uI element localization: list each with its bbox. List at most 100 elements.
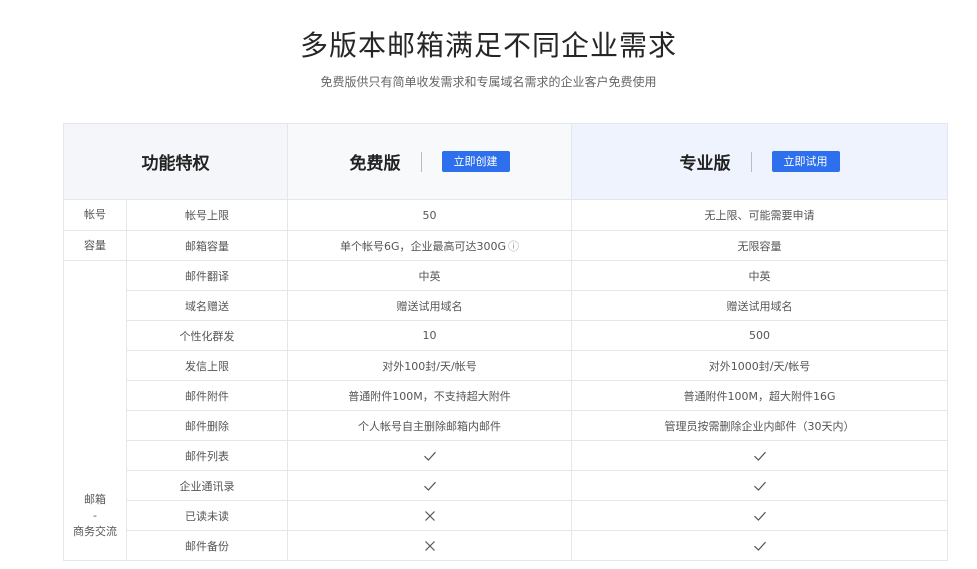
pro-value: [572, 471, 948, 501]
free-value-text: 50: [422, 208, 437, 222]
table-header: 功能特权 免费版 立即创建 专业版 立即试用: [64, 124, 948, 200]
category-cell: 帐号: [64, 200, 127, 231]
free-value-text: 10: [422, 329, 437, 342]
info-icon[interactable]: ⓘ: [508, 238, 519, 254]
feature-name-text: 帐号上限: [185, 209, 229, 222]
feature-name: 邮件列表: [127, 441, 288, 471]
feature-name-text: 已读未读: [185, 509, 229, 523]
feature-name: 邮件附件: [127, 381, 288, 411]
free-value: 普通附件100M，不支持超大附件: [288, 381, 572, 411]
free-value: 赠送试用域名: [288, 291, 572, 321]
try-pro-button[interactable]: 立即试用: [771, 151, 840, 172]
table-row: 个性化群发 10 500: [127, 321, 948, 351]
feature-name: 发信上限: [127, 351, 288, 381]
pro-value-text: 对外1000封/天/帐号: [708, 359, 811, 373]
check-icon: [753, 481, 766, 491]
pro-value: 500: [572, 321, 948, 351]
comparison-table: 功能特权 免费版 立即创建 专业版 立即试用 帐号 容量 邮箱 - 商务交流 帐号上…: [63, 123, 948, 561]
check-icon: [423, 481, 436, 491]
table-row: 邮箱容量 单个帐号6G，企业最高可达300G ⓘ 无限容量: [127, 231, 948, 261]
table-row: 邮件删除 个人帐号自主删除邮箱内邮件 管理员按需删除企业内邮件（30天内）: [127, 411, 948, 441]
pro-value: 赠送试用域名: [572, 291, 948, 321]
pro-value-text: 中英: [748, 269, 771, 283]
page-title: 多版本邮箱满足不同企业需求: [299, 29, 677, 62]
free-value-text: 单个帐号6G，企业最高可达300G: [339, 239, 507, 253]
pro-value-text: 管理员按需删除企业内邮件（30天内）: [664, 419, 855, 433]
pro-value: 管理员按需删除企业内邮件（30天内）: [572, 411, 948, 441]
pro-value: 普通附件100M，超大附件16G: [572, 381, 948, 411]
free-value: [288, 501, 572, 531]
pro-value: [572, 441, 948, 471]
free-value-text: 赠送试用域名: [396, 299, 463, 313]
table-row: 发信上限 对外100封/天/帐号 对外1000封/天/帐号: [127, 351, 948, 381]
free-value: [288, 441, 572, 471]
header-divider: [750, 151, 752, 172]
pro-plan-header: 专业版 立即试用: [572, 124, 948, 200]
free-value: 中英: [288, 261, 572, 291]
feature-name-text: 邮件列表: [185, 449, 229, 463]
free-value: [288, 531, 572, 561]
category-column: 帐号 容量 邮箱 - 商务交流: [64, 200, 127, 561]
create-free-button[interactable]: 立即创建: [441, 151, 510, 172]
cross-icon: [424, 540, 435, 551]
free-value-text: 对外100封/天/帐号: [382, 359, 477, 373]
free-value: 50: [288, 200, 572, 231]
free-value-text: 个人帐号自主删除邮箱内邮件: [358, 419, 501, 433]
feature-name-text: 发信上限: [185, 359, 229, 373]
pro-value: 对外1000封/天/帐号: [572, 351, 948, 381]
feature-name-text: 域名赠送: [185, 299, 229, 313]
free-value: 10: [288, 321, 572, 351]
table-row: 域名赠送 赠送试用域名 赠送试用域名: [127, 291, 948, 321]
feature-name: 已读未读: [127, 501, 288, 531]
pro-value-text: 赠送试用域名: [726, 299, 793, 313]
free-plan-header: 免费版 立即创建: [288, 124, 572, 200]
pro-value-text: 普通附件100M，超大附件16G: [683, 389, 836, 403]
feature-name: 邮件备份: [127, 531, 288, 561]
free-value: [288, 471, 572, 501]
pro-value: 无限容量: [572, 231, 948, 261]
pro-value: [572, 501, 948, 531]
feature-name: 帐号上限: [127, 200, 288, 231]
check-icon: [753, 451, 766, 461]
pro-value: 无上限、可能需要申请: [572, 200, 948, 231]
check-icon: [423, 451, 436, 461]
table-row: 企业通讯录: [127, 471, 948, 501]
free-value: 单个帐号6G，企业最高可达300G ⓘ: [288, 231, 572, 261]
pro-value-text: 无限容量: [737, 239, 782, 253]
category-cell: 邮箱 - 商务交流: [64, 261, 127, 561]
feature-name: 邮件删除: [127, 411, 288, 441]
free-value-text: 中英: [418, 269, 441, 283]
table-row: 邮件列表: [127, 441, 948, 471]
pro-plan-name: 专业版: [679, 154, 731, 174]
feature-name: 邮箱容量: [127, 231, 288, 261]
category-cell: 容量: [64, 231, 127, 261]
feature-name: 域名赠送: [127, 291, 288, 321]
pro-value: 中英: [572, 261, 948, 291]
free-value: 个人帐号自主删除邮箱内邮件: [288, 411, 572, 441]
feature-name-text: 个性化群发: [179, 329, 235, 343]
free-value: 对外100封/天/帐号: [288, 351, 572, 381]
check-icon: [753, 541, 766, 551]
feature-name: 邮件翻译: [127, 261, 288, 291]
free-value-text: 普通附件100M，不支持超大附件: [348, 389, 511, 403]
pro-value-text: 无上限、可能需要申请: [704, 209, 815, 222]
feature-name-text: 企业通讯录: [179, 479, 235, 493]
feature-name-text: 邮箱容量: [185, 239, 229, 253]
feature-heading: 功能特权: [64, 124, 288, 200]
pro-value-text: 500: [749, 329, 770, 342]
check-icon: [753, 511, 766, 521]
table-row: 邮件附件 普通附件100M，不支持超大附件 普通附件100M，超大附件16G: [127, 381, 948, 411]
feature-name-text: 邮件翻译: [185, 269, 229, 283]
feature-name: 企业通讯录: [127, 471, 288, 501]
feature-name-text: 邮件附件: [185, 389, 229, 403]
header-divider: [420, 151, 422, 172]
feature-name-text: 邮件备份: [185, 539, 229, 553]
table-row: 帐号上限 50 无上限、可能需要申请: [127, 200, 948, 231]
table-row: 邮件翻译 中英 中英: [127, 261, 948, 291]
pro-value: [572, 531, 948, 561]
feature-name: 个性化群发: [127, 321, 288, 351]
table-row: 已读未读: [127, 501, 948, 531]
table-row: 邮件备份: [127, 531, 948, 561]
page-subtitle: 免费版供只有简单收发需求和专属域名需求的企业客户免费使用: [320, 75, 657, 89]
free-plan-name: 免费版: [349, 154, 401, 174]
